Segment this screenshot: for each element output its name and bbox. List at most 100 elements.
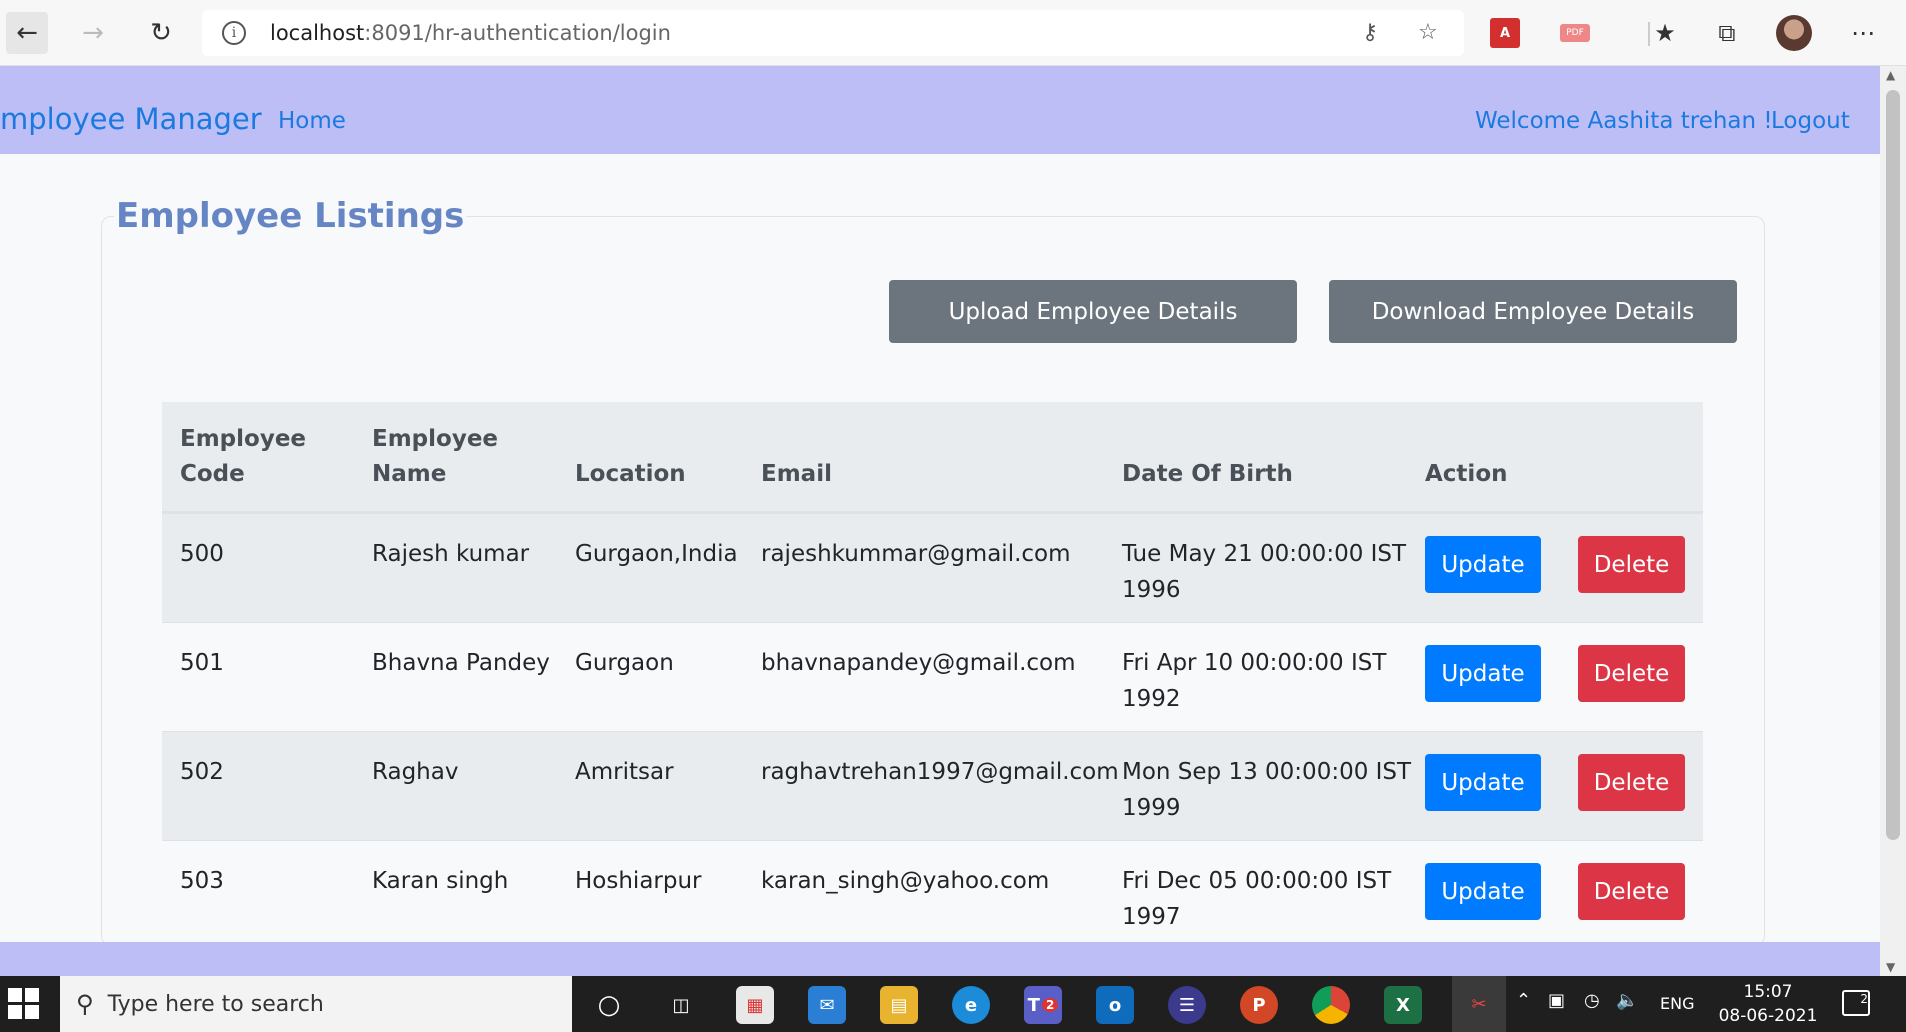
upload-employee-details-button[interactable]: Upload Employee Details	[889, 280, 1297, 343]
language-indicator[interactable]: ENG	[1660, 994, 1694, 1013]
table-row: 501 Bhavna Pandey Gurgaon bhavnapandey@g…	[162, 622, 1703, 731]
cell-name: Rajesh kumar	[372, 541, 530, 567]
notification-center-icon[interactable]: 2	[1842, 990, 1870, 1016]
cell-code: 503	[180, 868, 224, 894]
download-employee-details-button[interactable]: Download Employee Details	[1329, 280, 1737, 343]
cell-email: karan_singh@yahoo.com	[761, 868, 1050, 894]
windows-taskbar: ⚲ Type here to search ○ ◫ ▦ ✉ ▤ e T2 o ☰…	[0, 976, 1906, 1032]
file-explorer-icon[interactable]: ▤	[880, 986, 918, 1024]
nav-home-link[interactable]: Home	[278, 108, 346, 134]
header-employee-code: Employee Code	[180, 422, 306, 492]
forward-arrow-icon[interactable]: →	[72, 12, 114, 54]
add-favorite-icon[interactable]: ☆	[1418, 20, 1438, 45]
cell-name: Karan singh	[372, 868, 509, 894]
cell-dob: Fri Dec 05 00:00:00 IST 1997	[1122, 868, 1392, 930]
cell-dob: Tue May 21 00:00:00 IST 1996	[1122, 541, 1407, 603]
wifi-icon[interactable]: ◷	[1584, 990, 1600, 1011]
taskbar-search-box[interactable]: ⚲ Type here to search	[60, 976, 572, 1032]
table-row: 502 Raghav Amritsar raghavtrehan1997@gma…	[162, 731, 1703, 840]
system-clock[interactable]: 15:07 08-06-2021	[1716, 980, 1820, 1028]
header-name-line1: Employee	[372, 426, 499, 452]
header-code-line2: Code	[180, 461, 245, 487]
cell-dob: Fri Apr 10 00:00:00 IST 1992	[1122, 650, 1387, 712]
more-menu-icon[interactable]: ⋯	[1848, 18, 1878, 48]
cell-email: bhavnapandey@gmail.com	[761, 650, 1076, 676]
header-name-line2: Name	[372, 461, 447, 487]
update-button[interactable]: Update	[1425, 754, 1541, 811]
acrobat-icon[interactable]: A	[1490, 18, 1520, 48]
scroll-down-arrow-icon[interactable]: ▼	[1886, 960, 1895, 974]
url-path: :8091/hr-authentication/login	[364, 21, 671, 45]
excel-icon[interactable]: X	[1384, 986, 1422, 1024]
powerpoint-icon[interactable]: P	[1240, 986, 1278, 1024]
eclipse-icon[interactable]: ☰	[1168, 986, 1206, 1024]
site-info-icon[interactable]: i	[222, 21, 246, 45]
cell-code: 500	[180, 541, 224, 567]
battery-icon[interactable]: ▣	[1548, 990, 1565, 1011]
search-icon: ⚲	[76, 990, 94, 1018]
welcome-user-link[interactable]: Welcome Aashita trehan !	[1475, 108, 1773, 134]
update-button[interactable]: Update	[1425, 863, 1541, 920]
collections-icon[interactable]: ⧉	[1712, 18, 1742, 48]
table-row: 500 Rajesh kumar Gurgaon,India rajeshkum…	[162, 513, 1703, 622]
mail-icon[interactable]: ✉	[808, 986, 846, 1024]
scroll-up-arrow-icon[interactable]: ▲	[1886, 68, 1895, 82]
task-view-icon[interactable]: ◫	[662, 986, 700, 1024]
volume-icon[interactable]: 🔈	[1616, 990, 1638, 1011]
teams-badge: 2	[1041, 998, 1059, 1012]
cell-location: Gurgaon,India	[575, 541, 738, 567]
header-employee-name: Employee Name	[372, 422, 498, 492]
show-hidden-icons-icon[interactable]: ⌃	[1516, 990, 1531, 1011]
delete-button[interactable]: Delete	[1578, 754, 1685, 811]
footer-bar	[0, 942, 1880, 976]
favorites-icon[interactable]: ★	[1650, 18, 1680, 48]
delete-button[interactable]: Delete	[1578, 645, 1685, 702]
header-email: Email	[761, 461, 832, 487]
header-action: Action	[1425, 461, 1508, 487]
store-icon[interactable]: ▦	[736, 986, 774, 1024]
snipping-tool-icon[interactable]: ✂	[1452, 976, 1506, 1032]
key-icon[interactable]: ⚷	[1362, 20, 1378, 45]
pdf-extension-icon[interactable]: PDF	[1560, 24, 1590, 42]
cell-location: Amritsar	[575, 759, 674, 785]
teams-icon[interactable]: T2	[1024, 986, 1062, 1024]
table-header: Employee Code Employee Name Location Ema…	[162, 402, 1703, 513]
logout-link[interactable]: Logout	[1771, 108, 1850, 134]
notification-count: 2	[1860, 992, 1868, 1006]
clock-time: 15:07	[1743, 982, 1793, 1002]
page-title: Employee Listings	[114, 196, 467, 236]
cell-code: 501	[180, 650, 224, 676]
cell-dob: Mon Sep 13 00:00:00 IST 1999	[1122, 759, 1412, 821]
delete-button[interactable]: Delete	[1578, 536, 1685, 593]
employee-table: Employee Code Employee Name Location Ema…	[162, 402, 1703, 949]
update-button[interactable]: Update	[1425, 536, 1541, 593]
search-placeholder: Type here to search	[107, 991, 324, 1017]
url-text[interactable]: localhost:8091/hr-authentication/login	[270, 21, 671, 45]
back-arrow-icon[interactable]: ←	[6, 12, 48, 54]
cell-location: Gurgaon	[575, 650, 674, 676]
reload-icon[interactable]: ↻	[140, 12, 182, 54]
cell-name: Bhavna Pandey	[372, 650, 550, 676]
app-navbar: mployee Manager Home Welcome Aashita tre…	[0, 66, 1880, 154]
profile-avatar[interactable]	[1776, 15, 1812, 51]
edge-icon[interactable]: e	[952, 986, 990, 1024]
page-scrollbar[interactable]: ▲ ▼	[1880, 66, 1906, 976]
address-bar[interactable]: i localhost:8091/hr-authentication/login…	[202, 10, 1464, 56]
cell-name: Raghav	[372, 759, 459, 785]
update-button[interactable]: Update	[1425, 645, 1541, 702]
header-code-line1: Employee	[180, 426, 307, 452]
cell-location: Hoshiarpur	[575, 868, 702, 894]
windows-start-icon[interactable]	[8, 988, 40, 1020]
url-host: localhost	[270, 21, 365, 45]
scroll-thumb[interactable]	[1886, 90, 1900, 840]
cell-email: rajeshkummar@gmail.com	[761, 541, 1071, 567]
header-location: Location	[575, 461, 686, 487]
clock-date: 08-06-2021	[1718, 1006, 1818, 1026]
cortana-icon[interactable]: ○	[590, 986, 628, 1024]
browser-toolbar: ← → ↻ i localhost:8091/hr-authentication…	[0, 0, 1906, 66]
outlook-icon[interactable]: o	[1096, 986, 1134, 1024]
cell-code: 502	[180, 759, 224, 785]
chrome-icon[interactable]	[1312, 986, 1350, 1024]
delete-button[interactable]: Delete	[1578, 863, 1685, 920]
brand-link[interactable]: mployee Manager	[0, 102, 262, 136]
